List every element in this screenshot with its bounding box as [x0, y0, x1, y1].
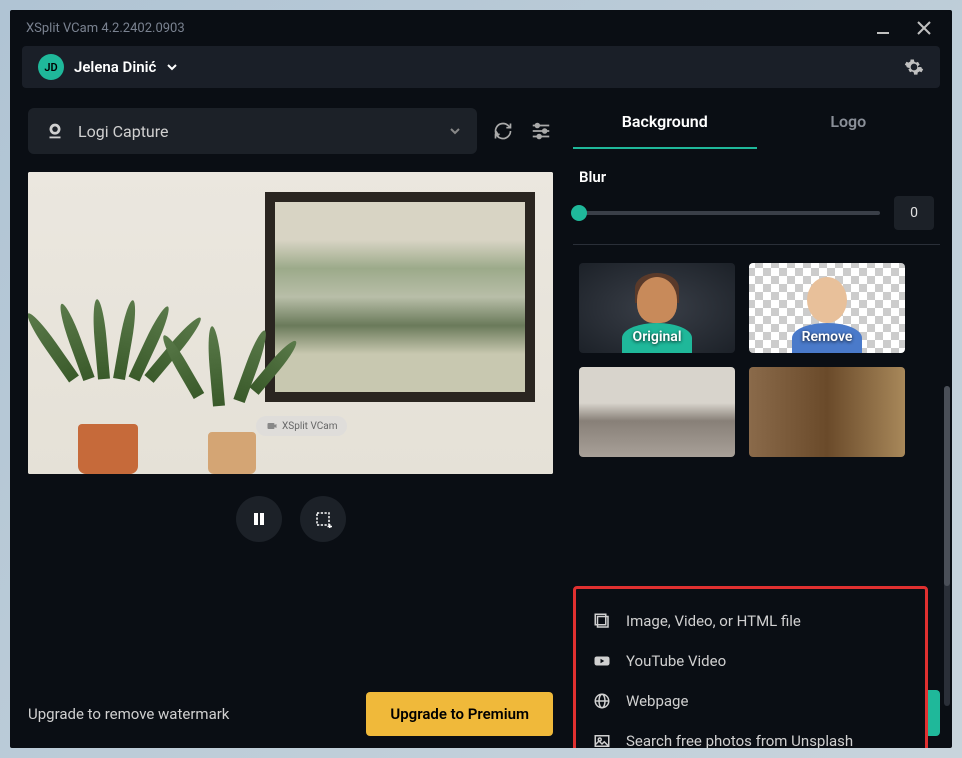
globe-icon	[592, 691, 612, 711]
pause-button[interactable]	[236, 496, 282, 542]
avatar: JD	[38, 54, 64, 80]
file-icon	[592, 611, 612, 631]
app-window: XSplit VCam 4.2.2402.0903 JD Jelena Dini…	[10, 10, 952, 748]
minimize-button[interactable]	[876, 21, 896, 35]
refresh-button[interactable]	[491, 119, 515, 143]
chevron-down-icon	[449, 125, 461, 137]
image-icon	[592, 731, 612, 748]
bg-tile-preset-1[interactable]	[579, 367, 735, 457]
snapshot-button[interactable]	[300, 496, 346, 542]
window-title: XSplit VCam 4.2.2402.0903	[26, 21, 185, 36]
right-panel: Background Logo Blur 0 Original Remove	[565, 96, 952, 748]
user-dropdown[interactable]: JD Jelena Dinić	[38, 54, 178, 80]
blur-value: 0	[894, 196, 934, 230]
menu-item-file[interactable]: Image, Video, or HTML file	[586, 601, 915, 641]
tab-background[interactable]: Background	[573, 96, 757, 149]
youtube-icon	[592, 651, 612, 671]
bg-tile-preset-2[interactable]	[749, 367, 905, 457]
menu-item-unsplash[interactable]: Search free photos from Unsplash	[586, 721, 915, 748]
menu-item-youtube[interactable]: YouTube Video	[586, 641, 915, 681]
slider-thumb[interactable]	[571, 205, 587, 221]
left-panel: Logi Capture	[10, 96, 565, 748]
blur-slider[interactable]	[579, 211, 880, 215]
close-button[interactable]	[916, 20, 936, 36]
blur-label: Blur	[579, 168, 934, 186]
camera-label: Logi Capture	[78, 122, 437, 141]
settings-sliders-button[interactable]	[529, 119, 553, 143]
camera-preview: XSplit VCam	[28, 172, 553, 474]
scrollbar[interactable]	[944, 386, 950, 706]
chevron-down-icon	[166, 61, 178, 73]
user-bar: JD Jelena Dinić	[22, 46, 940, 88]
upsell-text: Upgrade to remove watermark	[28, 705, 229, 723]
camera-icon	[44, 120, 66, 142]
titlebar: XSplit VCam 4.2.2402.0903	[10, 10, 952, 46]
watermark: XSplit VCam	[256, 416, 347, 436]
camera-select[interactable]: Logi Capture	[28, 108, 477, 154]
user-name: Jelena Dinić	[74, 58, 156, 76]
upgrade-premium-button[interactable]: Upgrade to Premium	[366, 692, 553, 736]
settings-button[interactable]	[904, 57, 924, 77]
bg-tile-original[interactable]: Original	[579, 263, 735, 353]
scrollbar-thumb[interactable]	[944, 386, 950, 586]
bg-tile-remove[interactable]: Remove	[749, 263, 905, 353]
tab-logo[interactable]: Logo	[757, 96, 941, 149]
menu-item-webpage[interactable]: Webpage	[586, 681, 915, 721]
add-background-menu: Image, Video, or HTML file YouTube Video…	[573, 586, 928, 748]
